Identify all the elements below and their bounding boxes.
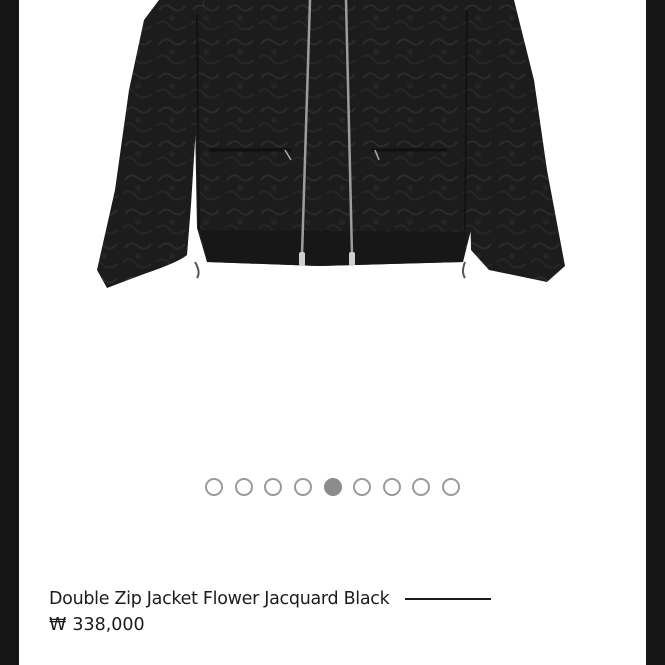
carousel-dots — [19, 478, 646, 498]
product-image[interactable] — [19, 0, 646, 330]
carousel-dot-2[interactable] — [234, 478, 253, 496]
title-divider — [405, 598, 492, 600]
carousel-dot-6[interactable] — [353, 478, 372, 496]
title-row: Double Zip Jacket Flower Jacquard Black — [49, 586, 629, 612]
carousel-dot-3[interactable] — [264, 478, 283, 496]
image-gallery[interactable] — [19, 0, 646, 496]
carousel-dot-7[interactable] — [382, 478, 401, 496]
carousel-dot-4[interactable] — [293, 478, 312, 496]
product-price: 338,000 — [72, 615, 145, 635]
left-frame-border — [0, 0, 19, 665]
right-frame-border — [646, 0, 665, 665]
price-row: ₩ 338,000 — [49, 615, 629, 635]
carousel-dot-8[interactable] — [412, 478, 431, 496]
carousel-dot-1[interactable] — [205, 478, 224, 496]
product-title[interactable]: Double Zip Jacket Flower Jacquard Black — [49, 589, 390, 609]
product-info: Double Zip Jacket Flower Jacquard Black … — [49, 586, 629, 635]
product-card: Double Zip Jacket Flower Jacquard Black … — [19, 0, 646, 665]
currency-symbol: ₩ — [49, 615, 67, 635]
carousel-dot-9[interactable] — [441, 478, 460, 496]
carousel-dot-5[interactable] — [323, 478, 342, 496]
